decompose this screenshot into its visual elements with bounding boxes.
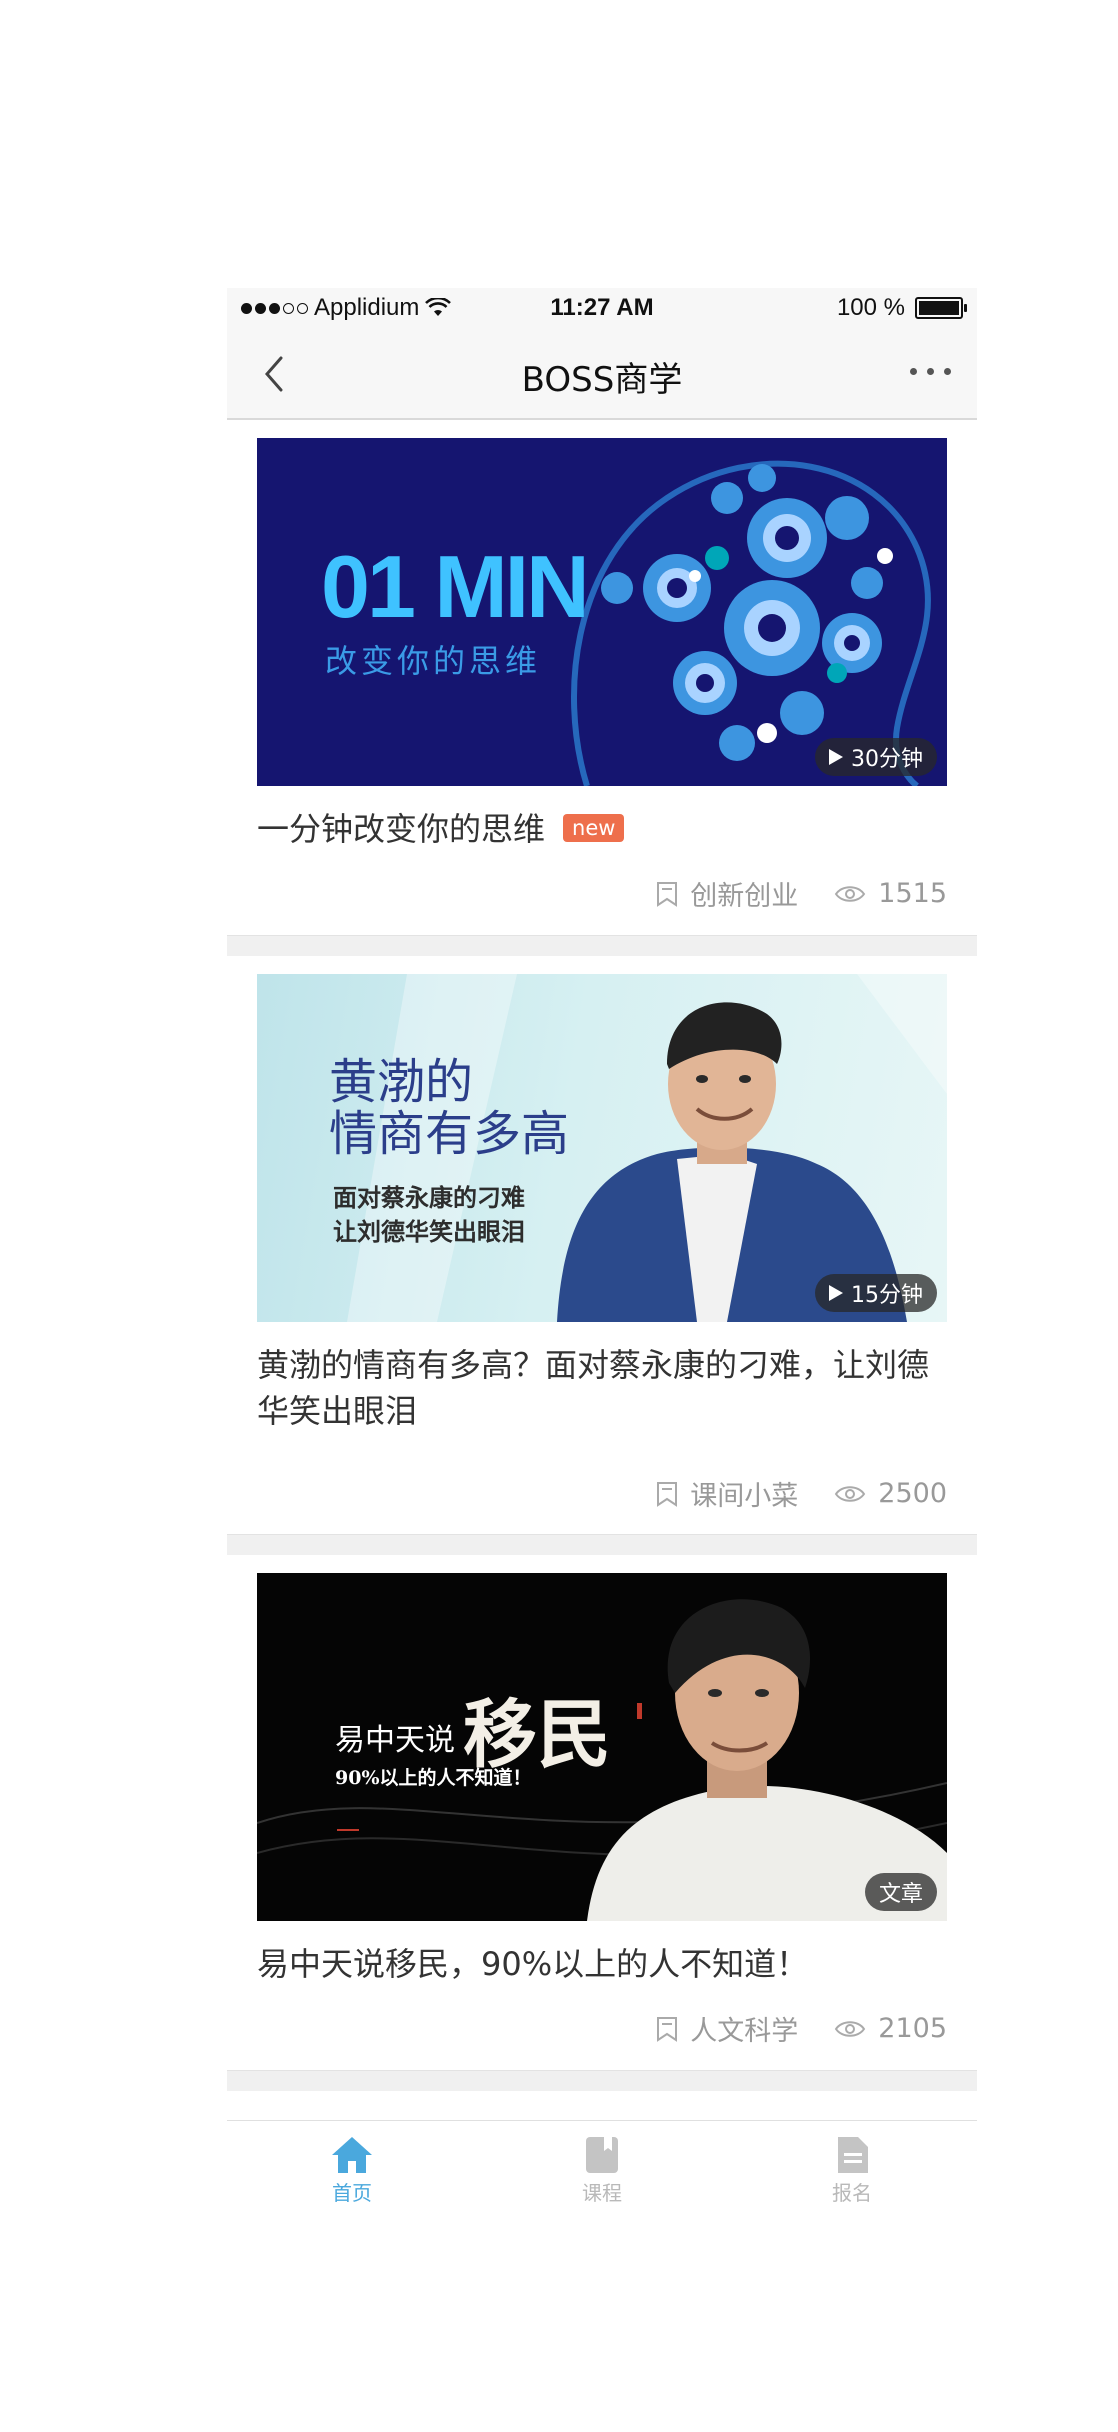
nav-bar: BOSS商学 — [227, 328, 977, 420]
more-options-icon[interactable] — [905, 356, 955, 386]
tab-home-label: 首页 — [332, 2181, 372, 2205]
card-thumbnail[interactable]: 黄渤的 情商有多高 面对蔡永康的刁难 让刘德华笑出眼泪 15分钟 — [257, 974, 947, 1322]
tab-courses[interactable]: 课程 — [477, 2135, 727, 2206]
banner-headline: 01 MIN — [321, 537, 590, 636]
banner-line-2: 情商有多高 — [329, 1106, 570, 1162]
card-thumbnail[interactable]: 易中天说 移民 90%以上的人不知道！ 文章 — [257, 1573, 947, 1921]
banner-line-3: 面对蔡永康的刁难 — [333, 1184, 525, 1212]
card-separator — [227, 935, 977, 956]
card-meta: 创新创业 1515 — [656, 874, 947, 913]
banner-subtitle: 改变你的思维 — [325, 642, 542, 680]
banner-line-4: 让刘德华笑出眼泪 — [333, 1218, 525, 1246]
article-feed: 01 MIN 改变你的思维 30分钟 一分钟改变你的思维 new 创新创业 151… — [227, 420, 977, 2091]
battery-percent: 100 % — [836, 294, 905, 321]
card-title[interactable]: 易中天说移民，90%以上的人不知道！ — [257, 1941, 947, 1987]
tab-signup-label: 报名 — [832, 2181, 872, 2205]
card-category: 人文科学 — [690, 2016, 799, 2047]
banner-line-1: 易中天说 — [335, 1723, 455, 1758]
card-meta: 课间小菜 2500 — [656, 1474, 947, 1513]
home-icon — [332, 2137, 372, 2173]
tab-signup[interactable]: 报名 — [727, 2135, 977, 2206]
type-badge: 文章 — [864, 1873, 937, 1911]
card-category: 创新创业 — [690, 881, 799, 912]
duration-badge: 15分钟 — [815, 1274, 937, 1312]
status-bar: Applidium 11:27 AM 100 % — [227, 288, 977, 328]
battery-icon — [915, 297, 967, 319]
phone-screen: Applidium 11:27 AM 100 % BOSS商学 01 MIN 改… — [227, 288, 977, 2258]
bookmark-icon — [657, 881, 678, 907]
feed-card[interactable]: 黄渤的 情商有多高 面对蔡永康的刁难 让刘德华笑出眼泪 15分钟 黄渤的情商有多… — [227, 956, 977, 1534]
bookmark-icon — [657, 2016, 678, 2042]
tab-courses-label: 课程 — [582, 2181, 622, 2205]
type-label: 文章 — [878, 1882, 923, 1907]
card-title[interactable]: 一分钟改变你的思维 new — [257, 806, 947, 852]
card-thumbnail[interactable]: 01 MIN 改变你的思维 30分钟 — [257, 438, 947, 786]
duration-label: 15分钟 — [851, 1283, 923, 1308]
bookmark-icon — [657, 1481, 678, 1507]
card-separator — [227, 2070, 977, 2091]
feed-card[interactable]: 易中天说 移民 90%以上的人不知道！ 文章 易中天说移民，90%以上的人不知道… — [227, 1555, 977, 2070]
tab-home[interactable]: 首页 — [227, 2135, 477, 2206]
duration-label: 30分钟 — [851, 747, 923, 772]
card-category: 课间小菜 — [690, 1481, 799, 1512]
card-views: 1515 — [878, 878, 947, 909]
card-meta: 人文科学 2105 — [656, 2009, 947, 2048]
new-badge: new — [563, 814, 625, 842]
feed-card[interactable]: 01 MIN 改变你的思维 30分钟 一分钟改变你的思维 new 创新创业 151… — [227, 420, 977, 935]
book-icon — [586, 2137, 618, 2173]
card-separator — [227, 1534, 977, 1555]
eye-icon — [835, 1485, 866, 1502]
play-icon — [829, 749, 843, 765]
card-title[interactable]: 黄渤的情商有多高？面对蔡永康的刁难，让刘德华笑出眼泪 — [257, 1342, 947, 1434]
banner-line-2: 90%以上的人不知道！ — [335, 1767, 532, 1789]
duration-badge: 30分钟 — [815, 738, 937, 776]
card-title-text: 一分钟改变你的思维 — [257, 810, 546, 848]
bottom-tab-bar: 首页 课程 报名 — [227, 2120, 977, 2221]
eye-icon — [835, 885, 866, 902]
document-icon — [838, 2137, 868, 2173]
card-views: 2500 — [878, 1478, 947, 1509]
eye-icon — [835, 2020, 866, 2037]
page-title: BOSS商学 — [521, 360, 683, 400]
banner-line-1: 黄渤的 — [329, 1054, 474, 1110]
play-icon — [829, 1285, 843, 1301]
card-views: 2105 — [878, 2013, 947, 2044]
